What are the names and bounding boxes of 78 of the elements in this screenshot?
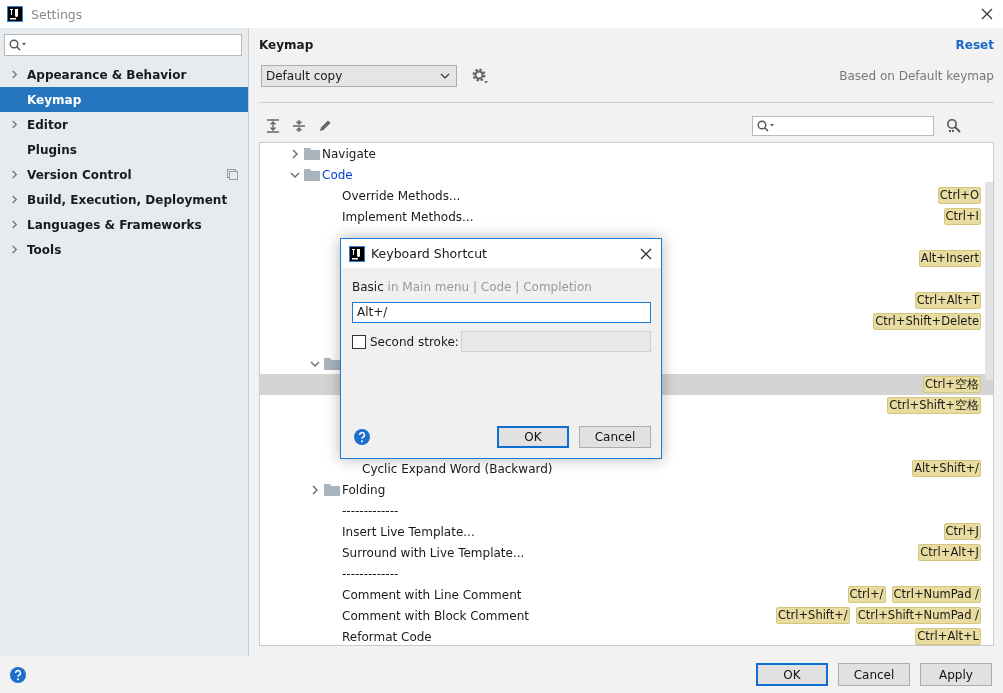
sidebar-item[interactable]: Editor bbox=[0, 112, 248, 137]
collapse-all-icon[interactable] bbox=[292, 119, 306, 133]
shortcut-badge: Ctrl+Shift+/ bbox=[776, 607, 850, 624]
folder-icon bbox=[324, 483, 340, 496]
settings-icon[interactable] bbox=[471, 67, 489, 85]
ok-button[interactable]: OK bbox=[497, 426, 569, 448]
action-label[interactable]: Comment with Block Comment bbox=[342, 608, 529, 623]
reset-link[interactable]: Reset bbox=[955, 38, 994, 52]
action-label[interactable]: Cyclic Expand Word (Backward) bbox=[362, 461, 553, 476]
chevron-right-icon[interactable] bbox=[10, 70, 19, 79]
search-field[interactable] bbox=[752, 116, 934, 136]
shortcut-badge: Ctrl+I bbox=[943, 208, 981, 225]
pencil-icon[interactable] bbox=[318, 119, 332, 133]
action-label[interactable]: ------------- bbox=[342, 566, 399, 581]
ok-button[interactable]: OK bbox=[756, 663, 828, 686]
shortcut-field[interactable]: Alt+/ bbox=[352, 302, 651, 323]
shortcut-badge: Ctrl+Shift+NumPad / bbox=[855, 607, 981, 624]
scrollbar[interactable] bbox=[985, 182, 993, 380]
folder-label[interactable]: Code bbox=[322, 167, 353, 182]
help-icon[interactable] bbox=[10, 666, 26, 683]
shortcut-badge: Ctrl+O bbox=[937, 187, 981, 204]
folder-icon bbox=[304, 147, 320, 160]
shortcut-badge: Ctrl+NumPad / bbox=[891, 586, 981, 603]
action-label[interactable]: Implement Methods... bbox=[342, 209, 474, 224]
shortcut-badge: Alt+Insert bbox=[918, 250, 981, 267]
action-label[interactable]: Reformat Code bbox=[342, 629, 432, 644]
chevron-right-icon[interactable] bbox=[10, 170, 19, 179]
caret-icon bbox=[440, 73, 450, 79]
help-icon[interactable] bbox=[354, 429, 370, 445]
folder-icon bbox=[304, 168, 320, 181]
keymap-dropdown[interactable]: Default copy bbox=[261, 65, 457, 87]
shortcut-badge: Ctrl+空格 bbox=[922, 376, 981, 393]
second-stroke-field[interactable] bbox=[460, 331, 651, 352]
action-label[interactable]: Insert Live Template... bbox=[342, 524, 475, 539]
action-label[interactable]: Surround with Live Template... bbox=[342, 545, 525, 560]
shortcut-badge: Ctrl+Alt+T bbox=[914, 292, 981, 309]
chevron-right-icon[interactable] bbox=[10, 220, 19, 229]
sidebar-item[interactable]: Keymap bbox=[0, 87, 248, 112]
action-label[interactable]: Comment with Line Comment bbox=[342, 587, 522, 602]
sidebar-item[interactable]: Version Control bbox=[0, 162, 248, 187]
based-on-label: Based on Default keymap bbox=[839, 69, 994, 83]
search-icon bbox=[757, 120, 775, 132]
sidebar-item[interactable]: Tools bbox=[0, 237, 248, 262]
action-label[interactable]: ------------- bbox=[342, 503, 399, 518]
folder-label[interactable]: Navigate bbox=[322, 146, 376, 161]
shortcut-badge: Ctrl+/ bbox=[847, 586, 886, 603]
shortcut-badge: Ctrl+Alt+J bbox=[918, 544, 981, 561]
action-location: in Main menu | Code | Completion bbox=[387, 280, 592, 294]
shortcut-badge: Alt+Shift+/ bbox=[912, 460, 981, 477]
folder-label[interactable]: Folding bbox=[342, 482, 386, 497]
close-icon[interactable] bbox=[981, 8, 993, 20]
close-icon[interactable] bbox=[640, 247, 652, 260]
action-name: Basic bbox=[352, 280, 384, 294]
sidebar-item[interactable]: Appearance & Behavior bbox=[0, 62, 248, 87]
second-stroke-checkbox[interactable]: Second stroke: bbox=[352, 334, 459, 349]
shortcut-badge: Ctrl+Alt+L bbox=[915, 628, 981, 645]
cancel-button[interactable]: Cancel bbox=[579, 426, 651, 448]
action-label[interactable]: Override Methods... bbox=[342, 188, 461, 203]
app-logo-icon bbox=[349, 245, 365, 262]
chevron-right-icon[interactable] bbox=[10, 120, 19, 129]
cancel-button[interactable]: Cancel bbox=[838, 663, 910, 686]
shortcut-badge: Ctrl+J bbox=[943, 523, 981, 540]
sidebar-item[interactable]: Plugins bbox=[0, 137, 248, 162]
search-field[interactable] bbox=[4, 34, 242, 56]
shortcut-badge: Ctrl+Shift+空格 bbox=[887, 397, 981, 414]
find-shortcut-icon[interactable] bbox=[946, 118, 962, 134]
expand-all-icon[interactable] bbox=[266, 119, 280, 133]
dialog-title: Keyboard Shortcut bbox=[371, 246, 487, 261]
sidebar-item[interactable]: Languages & Frameworks bbox=[0, 212, 248, 237]
window-title: Settings bbox=[31, 6, 83, 22]
shortcut-badge: Ctrl+Shift+Delete bbox=[873, 313, 981, 330]
chevron-right-icon[interactable] bbox=[10, 195, 19, 204]
app-logo-icon bbox=[7, 6, 23, 22]
apply-button[interactable]: Apply bbox=[920, 663, 992, 686]
search-icon bbox=[9, 39, 27, 51]
sidebar-item[interactable]: Build, Execution, Deployment bbox=[0, 187, 248, 212]
chevron-right-icon[interactable] bbox=[10, 245, 19, 254]
page-title: Keymap bbox=[259, 38, 314, 52]
